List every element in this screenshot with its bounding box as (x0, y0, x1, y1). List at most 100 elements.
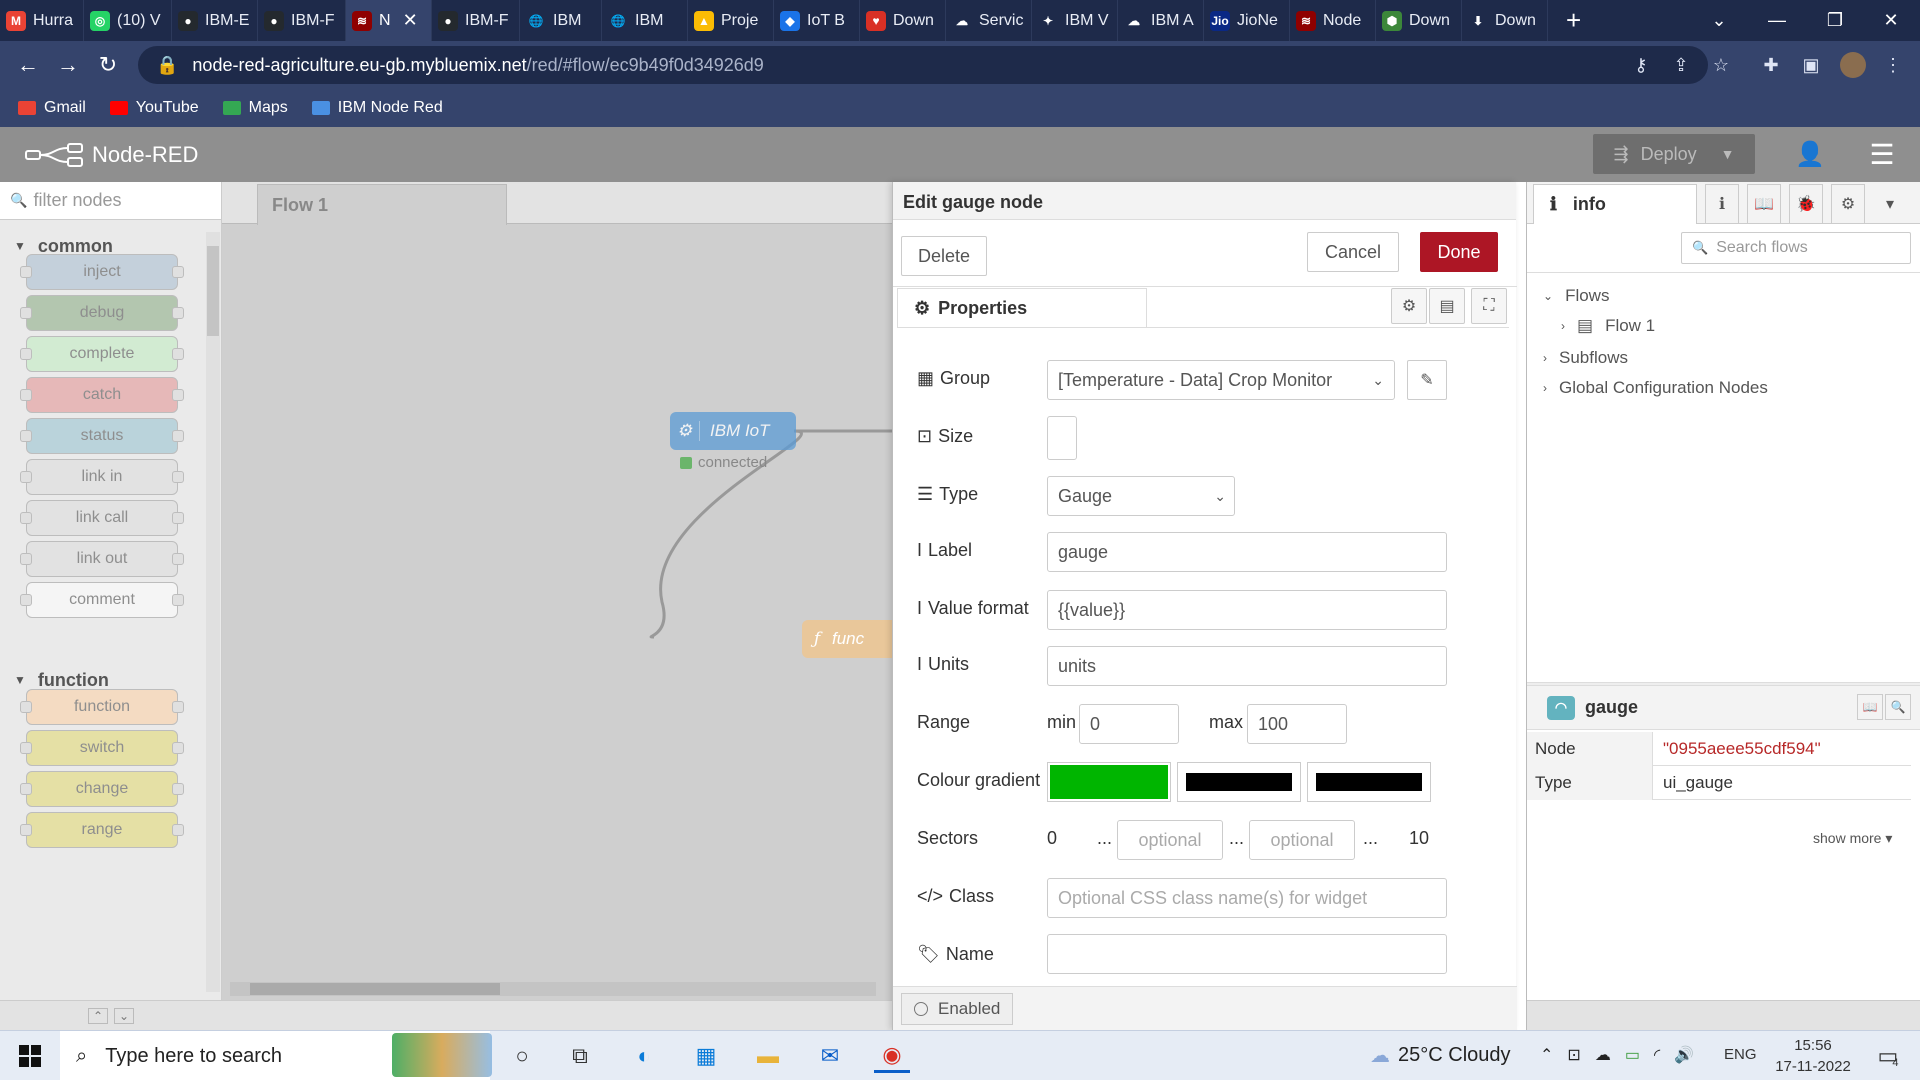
sidepanel-icon[interactable]: ▣ (1796, 50, 1826, 80)
language-indicator[interactable]: ENG (1724, 1046, 1757, 1063)
value-format-input[interactable]: {{value}} (1047, 590, 1447, 630)
tree-flows[interactable]: ⌄ Flows (1543, 286, 1609, 306)
main-menu-icon[interactable]: ☰ (1862, 136, 1902, 172)
units-input[interactable]: units (1047, 646, 1447, 686)
browser-tab[interactable]: 🌐 IBM (520, 0, 602, 41)
minimize-button[interactable]: — (1748, 0, 1806, 41)
palette-filter-input[interactable]: 🔍 filter nodes (0, 182, 221, 220)
bookmark-item[interactable]: Maps (222, 99, 288, 117)
tab-search-icon[interactable]: ⌄ (1690, 0, 1748, 41)
browser-tab[interactable]: ◎ (10) V (84, 0, 172, 41)
profile-avatar[interactable] (1838, 50, 1868, 80)
book-icon[interactable]: 📖 (1857, 694, 1883, 720)
gradient-color-2[interactable] (1177, 762, 1301, 802)
key-icon[interactable]: ⚷ (1626, 50, 1656, 80)
range-max-input[interactable]: 100 (1247, 704, 1347, 744)
browser-tab[interactable]: ≋ N ✕ (346, 0, 432, 41)
deploy-dropdown-icon[interactable]: ▼ (1721, 146, 1735, 162)
book-icon[interactable]: 📖 (1747, 184, 1781, 224)
browser-tab[interactable]: ● IBM-E (172, 0, 258, 41)
windows-start-icon[interactable] (12, 1039, 48, 1073)
flow-workspace[interactable]: Flow 1 ⚙ IBM IoT connected ƒ func (222, 182, 902, 1030)
device-icon[interactable]: ⊡ (1567, 1045, 1580, 1065)
chrome-icon[interactable]: ◉ (874, 1039, 910, 1073)
onedrive-icon[interactable]: ☁ (1595, 1045, 1611, 1065)
gradient-color-1[interactable] (1047, 762, 1171, 802)
browser-tab[interactable]: ≋ Node (1290, 0, 1376, 41)
forward-button[interactable]: → (48, 52, 88, 78)
close-tab-icon[interactable]: ✕ (403, 10, 418, 31)
edit-group-button[interactable]: ✎ (1407, 360, 1447, 400)
battery-icon[interactable]: ▭ (1625, 1045, 1640, 1065)
back-button[interactable]: ← (8, 52, 48, 78)
function-node[interactable]: ƒ func (802, 620, 902, 658)
workspace-hscrollbar[interactable] (230, 982, 876, 996)
palette-node[interactable]: range (20, 812, 184, 848)
reload-button[interactable]: ↻ (88, 52, 128, 78)
appearance-tab-icon[interactable]: ⛶ (1471, 288, 1507, 324)
close-window-button[interactable]: ✕ (1862, 0, 1920, 41)
gear-icon[interactable]: ⚙ (1831, 184, 1865, 224)
palette-node[interactable]: comment (20, 582, 184, 618)
size-button[interactable] (1047, 416, 1077, 460)
notification-icon[interactable]: ▭ 4 (1870, 1039, 1906, 1073)
tab-info[interactable]: ℹ info (1533, 184, 1697, 224)
bookmark-item[interactable]: IBM Node Red (311, 99, 443, 117)
browser-tab[interactable]: ☁ IBM A (1118, 0, 1204, 41)
tree-flow-1[interactable]: › ▤ Flow 1 (1561, 316, 1655, 336)
palette-node[interactable]: link out (20, 541, 184, 577)
deploy-button[interactable]: ⇶ Deploy ▼ (1593, 134, 1755, 174)
palette-node[interactable]: debug (20, 295, 184, 331)
gradient-color-3[interactable] (1307, 762, 1431, 802)
browser-tab[interactable]: Jio JioNe (1204, 0, 1290, 41)
chevron-up-icon[interactable]: ⌃ (1540, 1045, 1553, 1065)
restore-button[interactable]: ❐ (1806, 0, 1864, 41)
show-more-link[interactable]: show more ▾ (1813, 830, 1892, 847)
volume-icon[interactable]: 🔊 (1674, 1045, 1694, 1065)
extensions-icon[interactable]: ✚ (1756, 50, 1786, 80)
palette-node[interactable]: link call (20, 500, 184, 536)
palette-node[interactable]: change (20, 771, 184, 807)
browser-tab[interactable]: ⬢ Down (1376, 0, 1462, 41)
browser-tab[interactable]: ⬇ Down (1462, 0, 1548, 41)
browser-tab[interactable]: ♥ Down (860, 0, 946, 41)
browser-tab[interactable]: M Hurra (0, 0, 84, 41)
clock[interactable]: 15:56 17-11-2022 (1768, 1035, 1858, 1077)
tree-global-config[interactable]: › Global Configuration Nodes (1543, 378, 1768, 398)
name-input[interactable] (1047, 934, 1447, 974)
palette-node[interactable]: status (20, 418, 184, 454)
ibm-iot-node[interactable]: ⚙ IBM IoT (670, 412, 796, 450)
palette-scrollbar[interactable] (206, 232, 220, 992)
palette-node[interactable]: complete (20, 336, 184, 372)
settings-tab-icon[interactable]: ⚙ (1391, 288, 1427, 324)
new-tab-button[interactable]: + (1566, 5, 1581, 36)
edge-icon[interactable]: ◐ (626, 1039, 662, 1073)
cancel-button[interactable]: Cancel (1307, 232, 1399, 272)
browser-tab[interactable]: ✦ IBM V (1032, 0, 1118, 41)
palette-node[interactable]: catch (20, 377, 184, 413)
mail-icon[interactable]: ✉ (812, 1039, 848, 1073)
user-icon[interactable]: 👤 (1790, 136, 1830, 172)
done-button[interactable]: Done (1420, 232, 1498, 272)
browser-tab[interactable]: ◆ IoT B (774, 0, 860, 41)
range-min-input[interactable]: 0 (1079, 704, 1179, 744)
search-icon[interactable]: 🔍 (1885, 694, 1911, 720)
type-select[interactable]: Gauge ⌄ (1047, 476, 1235, 516)
browser-tab[interactable]: ● IBM-F (432, 0, 520, 41)
group-select[interactable]: [Temperature - Data] Crop Monitor ⌄ (1047, 360, 1395, 400)
bookmark-item[interactable]: Gmail (18, 99, 86, 117)
palette-node[interactable]: link in (20, 459, 184, 495)
palette-collapse-controls[interactable]: ⌃ ⌄ (0, 1000, 222, 1030)
browser-tab[interactable]: 🌐 IBM (602, 0, 688, 41)
search-flows-input[interactable]: 🔍 Search flows (1681, 232, 1911, 264)
browser-tab[interactable]: ▲ Proje (688, 0, 774, 41)
browser-tab[interactable]: ☁ Servic (946, 0, 1032, 41)
menu-icon[interactable]: ⋮ (1878, 50, 1908, 80)
sector-1-input[interactable]: optional (1117, 820, 1223, 860)
palette-node[interactable]: function (20, 689, 184, 725)
delete-button[interactable]: Delete (901, 236, 987, 276)
palette-node[interactable]: inject (20, 254, 184, 290)
tree-subflows[interactable]: › Subflows (1543, 348, 1628, 368)
sector-2-input[interactable]: optional (1249, 820, 1355, 860)
wifi-icon[interactable]: ◜ (1654, 1045, 1660, 1065)
